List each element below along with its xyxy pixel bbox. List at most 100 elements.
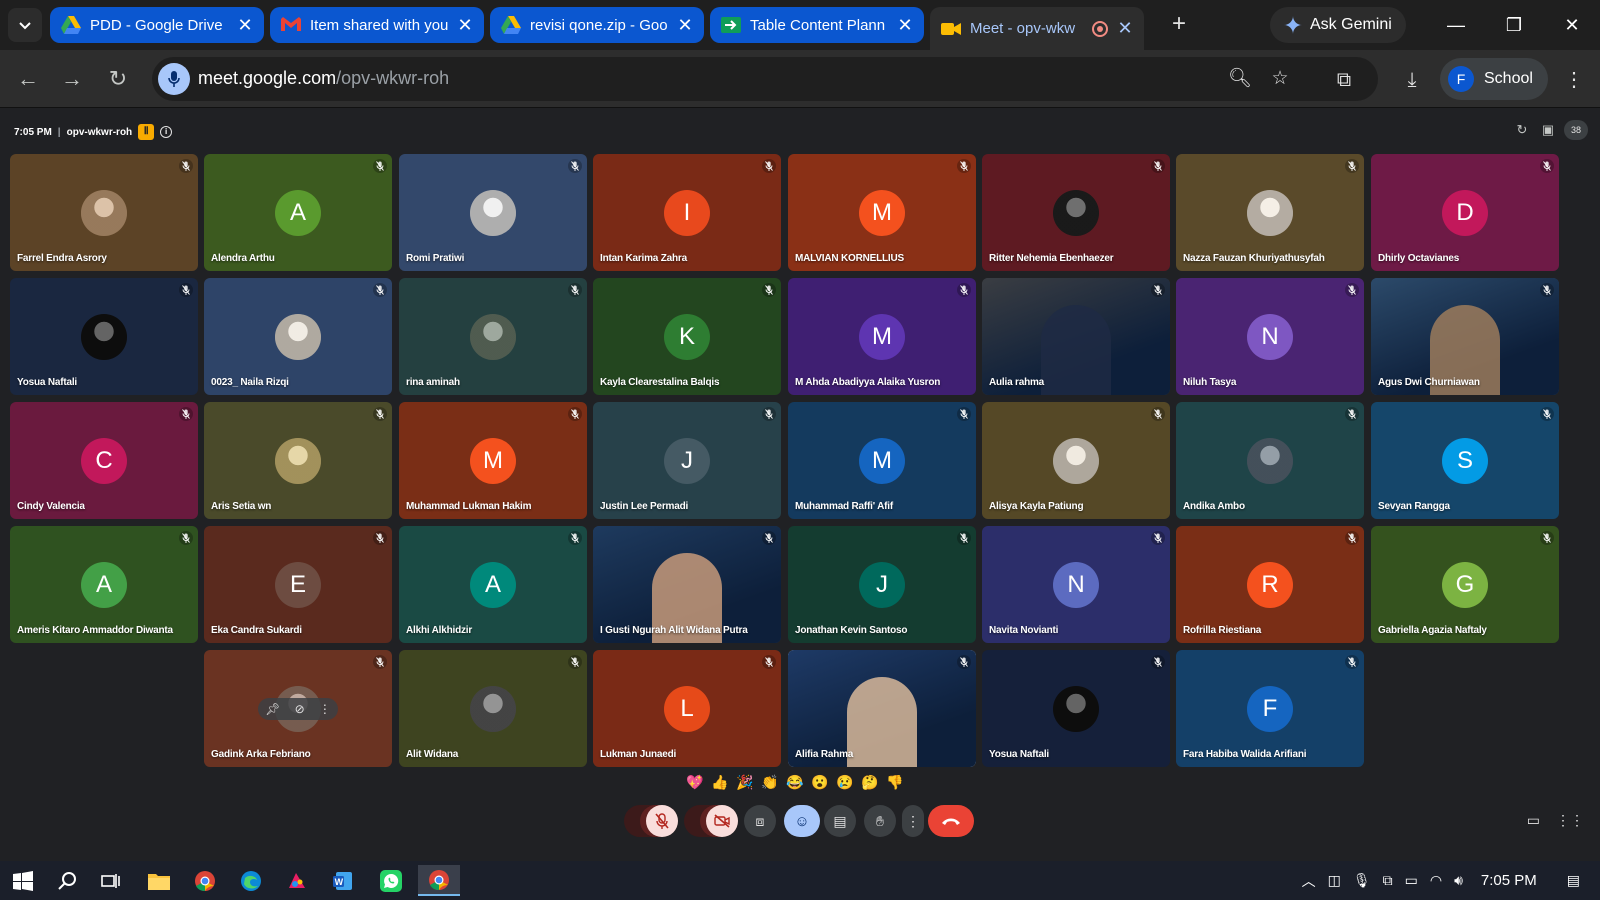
tab-google-drive[interactable]: PDD - Google Drive ✕ (50, 7, 264, 43)
participant-tile[interactable]: C Cindy Valencia (10, 402, 198, 519)
participant-tile[interactable]: Alifia Rahma (788, 650, 976, 767)
tab-table-content[interactable]: Table Content Plann ✕ (710, 7, 924, 43)
remove-icon[interactable]: ⊘ (295, 702, 305, 716)
bookmark-star-icon[interactable]: ☆ (1268, 67, 1292, 91)
participant-tile[interactable]: E Eka Candra Sukardi (204, 526, 392, 643)
extensions-icon[interactable]: ⧉ (1330, 66, 1358, 94)
reaction-emoji[interactable]: 😂 (786, 774, 803, 791)
participant-tile[interactable]: J Justin Lee Permadi (593, 402, 781, 519)
info-icon[interactable]: i (160, 126, 173, 138)
reaction-emoji[interactable]: 🎉 (736, 774, 753, 791)
tab-gmail[interactable]: Item shared with you ✕ (270, 7, 484, 43)
microphone-in-use-icon[interactable]: 🎙︎ (1353, 872, 1371, 889)
participant-tile[interactable]: rina aminah (399, 278, 587, 395)
pin-icon[interactable]: 📌︎ (265, 702, 280, 716)
reaction-emoji[interactable]: 👍 (711, 774, 728, 791)
close-icon[interactable]: ✕ (676, 15, 694, 36)
microphone-icon[interactable] (158, 63, 190, 95)
participant-tile[interactable]: M M Ahda Abadiyya Alaika Yusron (788, 278, 976, 395)
participant-tile[interactable]: Agus Dwi Churniawan (1371, 278, 1559, 395)
profile-button[interactable]: F School (1440, 58, 1548, 100)
volume-icon[interactable]: 🔊︎ (1454, 872, 1463, 889)
raise-hand-button[interactable]: ✋︎ (864, 805, 896, 837)
taskbar-clock[interactable]: 7:05 PM (1481, 872, 1537, 889)
participant-tile[interactable]: Alit Widana (399, 650, 587, 767)
reaction-emoji[interactable]: 🤔 (861, 774, 878, 791)
participant-tile[interactable]: S Sevyan Rangga (1371, 402, 1559, 519)
participant-tile[interactable]: N Niluh Tasya (1176, 278, 1364, 395)
participant-tile[interactable]: K Kayla Clearestalina Balqis (593, 278, 781, 395)
window-close-icon[interactable]: ✕ (1552, 10, 1592, 40)
more-options-button[interactable]: ⋮ (902, 805, 924, 837)
chrome-icon[interactable] (186, 865, 224, 896)
captions-button[interactable]: ▤ (824, 805, 856, 837)
participant-tile[interactable]: Aris Setia wn (204, 402, 392, 519)
forward-arrow-icon[interactable]: → (56, 63, 88, 95)
participant-tile[interactable]: Ritter Nehemia Ebenhaezer (982, 154, 1170, 271)
participant-tile[interactable]: Yosua Naftali (982, 650, 1170, 767)
present-screen-button[interactable]: ⧈ (744, 805, 776, 837)
participant-tile[interactable]: A Ameris Kitaro Ammaddor Diwanta (10, 526, 198, 643)
close-icon[interactable]: ✕ (236, 15, 254, 36)
tab-revisi-zip[interactable]: revisi qone.zip - Goo ✕ (490, 7, 704, 43)
wifi-icon[interactable]: ◠ (1430, 872, 1442, 889)
emoji-reactions-button[interactable]: ☺ (784, 805, 820, 837)
participant-tile[interactable]: Romi Pratiwi (399, 154, 587, 271)
word-icon[interactable]: W (324, 865, 362, 896)
participant-tile[interactable]: Farrel Endra Asrory (10, 154, 198, 271)
participant-tile[interactable]: 0023_ Naila Rizqi (204, 278, 392, 395)
mic-off-button[interactable] (646, 805, 678, 837)
participant-tile[interactable]: L Lukman Junaedi (593, 650, 781, 767)
ask-gemini-button[interactable]: Ask Gemini (1270, 7, 1406, 43)
notifications-icon[interactable]: ▤ (1567, 872, 1580, 889)
participant-tile[interactable]: I Gusti Ngurah Alit Widana Putra (593, 526, 781, 643)
participant-tile[interactable]: R Rofrilla Riestiana (1176, 526, 1364, 643)
leave-call-button[interactable] (928, 805, 974, 837)
chevron-up-icon[interactable]: ︿ (1302, 871, 1316, 891)
close-icon[interactable]: ✕ (1116, 18, 1134, 39)
restore-icon[interactable]: ❐ (1494, 10, 1534, 40)
reaction-emoji[interactable]: 👏 (761, 774, 778, 791)
reaction-emoji[interactable]: 💖 (686, 774, 703, 791)
apps-grid-icon[interactable]: ⋮⋮ (1556, 812, 1584, 829)
participant-tile[interactable]: Aulia rahma (982, 278, 1170, 395)
participant-tile[interactable]: N Navita Novianti (982, 526, 1170, 643)
tab-meet[interactable]: Meet - opv-wkw ✕ (930, 7, 1144, 50)
close-icon[interactable]: ✕ (896, 15, 914, 36)
participant-tile[interactable]: G Gabriella Agazia Naftaly (1371, 526, 1559, 643)
chrome-active-icon[interactable] (418, 865, 460, 896)
minimize-icon[interactable]: — (1436, 10, 1476, 40)
battery-icon[interactable]: ▭ (1405, 872, 1418, 889)
download-icon[interactable]: ⤓ (1398, 66, 1426, 94)
participant-tile[interactable]: Andika Ambo (1176, 402, 1364, 519)
search-icon[interactable] (48, 865, 86, 896)
edge-icon[interactable] (232, 865, 270, 896)
participant-tile[interactable]: Nazza Fauzan Khuriyathusyfah (1176, 154, 1364, 271)
reaction-emoji[interactable]: 😢 (836, 774, 853, 791)
back-arrow-icon[interactable]: ← (12, 63, 44, 95)
windows-start-icon[interactable] (4, 865, 42, 896)
participant-tile[interactable]: F Fara Habiba Walida Arifiani (1176, 650, 1364, 767)
chat-icon[interactable]: ▭ (1527, 812, 1540, 829)
participant-tile[interactable]: Yosua Naftali (10, 278, 198, 395)
reload-icon[interactable]: ↻ (102, 63, 134, 95)
refresh-layout-icon[interactable]: ↻ (1512, 120, 1532, 140)
more-vert-icon[interactable]: ⋮ (319, 702, 331, 716)
participants-count[interactable]: 38 (1563, 120, 1588, 140)
address-bar[interactable]: meet.google.com/opv-wkwr-roh 🔍︎ ☆ (152, 57, 1378, 101)
participant-tile[interactable]: Alisya Kayla Patiung (982, 402, 1170, 519)
participant-tile[interactable]: M MALVIAN KORNELLIUS (788, 154, 976, 271)
camera-off-button[interactable] (706, 805, 738, 837)
reaction-emoji[interactable]: 😮 (811, 774, 828, 791)
participant-tile[interactable]: 📌︎ ⊘ ⋮ Gadink Arka Febriano (204, 650, 392, 767)
reaction-emoji[interactable]: 👎 (886, 774, 903, 791)
whatsapp-icon[interactable] (372, 865, 410, 896)
participant-tile[interactable]: I Intan Karima Zahra (593, 154, 781, 271)
participant-tile[interactable]: J Jonathan Kevin Santoso (788, 526, 976, 643)
participant-tile[interactable]: M Muhammad Lukman Hakim (399, 402, 587, 519)
tile-hover-actions[interactable]: 📌︎ ⊘ ⋮ (258, 698, 338, 720)
participant-tile[interactable]: M Muhammad Raffi' Afif (788, 402, 976, 519)
task-view-icon[interactable] (92, 865, 130, 896)
more-vert-icon[interactable]: ⋮ (1560, 66, 1588, 94)
close-icon[interactable]: ✕ (456, 15, 474, 36)
